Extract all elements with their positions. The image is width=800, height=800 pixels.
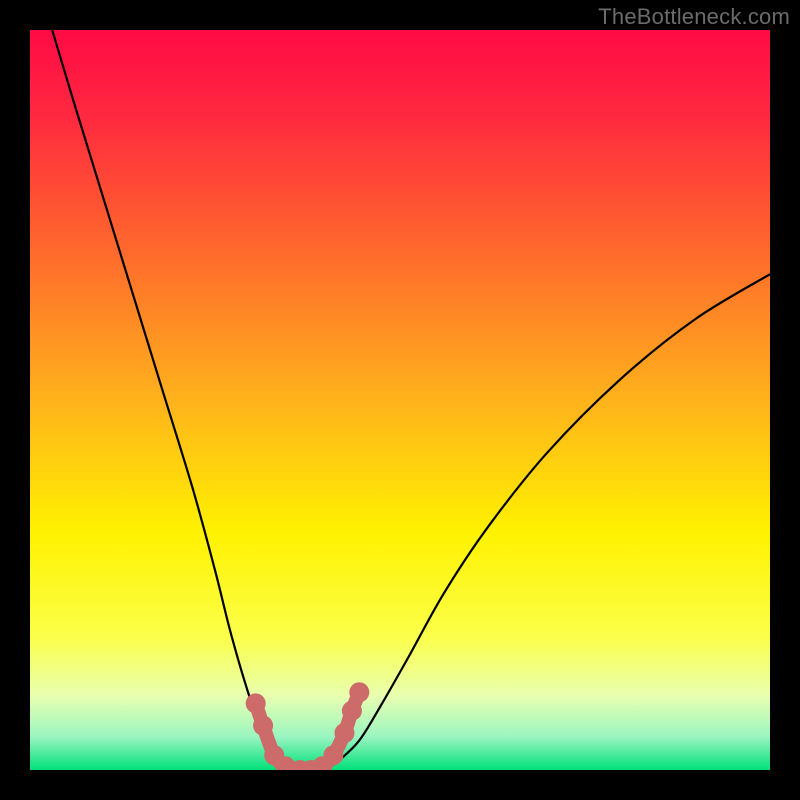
right-curve [326,274,770,770]
valley-dot [335,723,355,743]
valley-dot [342,701,362,721]
watermark-text: TheBottleneck.com [598,4,790,30]
valley-highlight-dots [246,682,370,770]
plot-area [30,30,770,770]
curves-layer [30,30,770,770]
chart-frame: TheBottleneck.com [0,0,800,800]
valley-dot [246,693,266,713]
valley-dot [349,682,369,702]
left-curve [52,30,293,770]
valley-dot [323,745,343,765]
valley-dot [253,716,273,736]
